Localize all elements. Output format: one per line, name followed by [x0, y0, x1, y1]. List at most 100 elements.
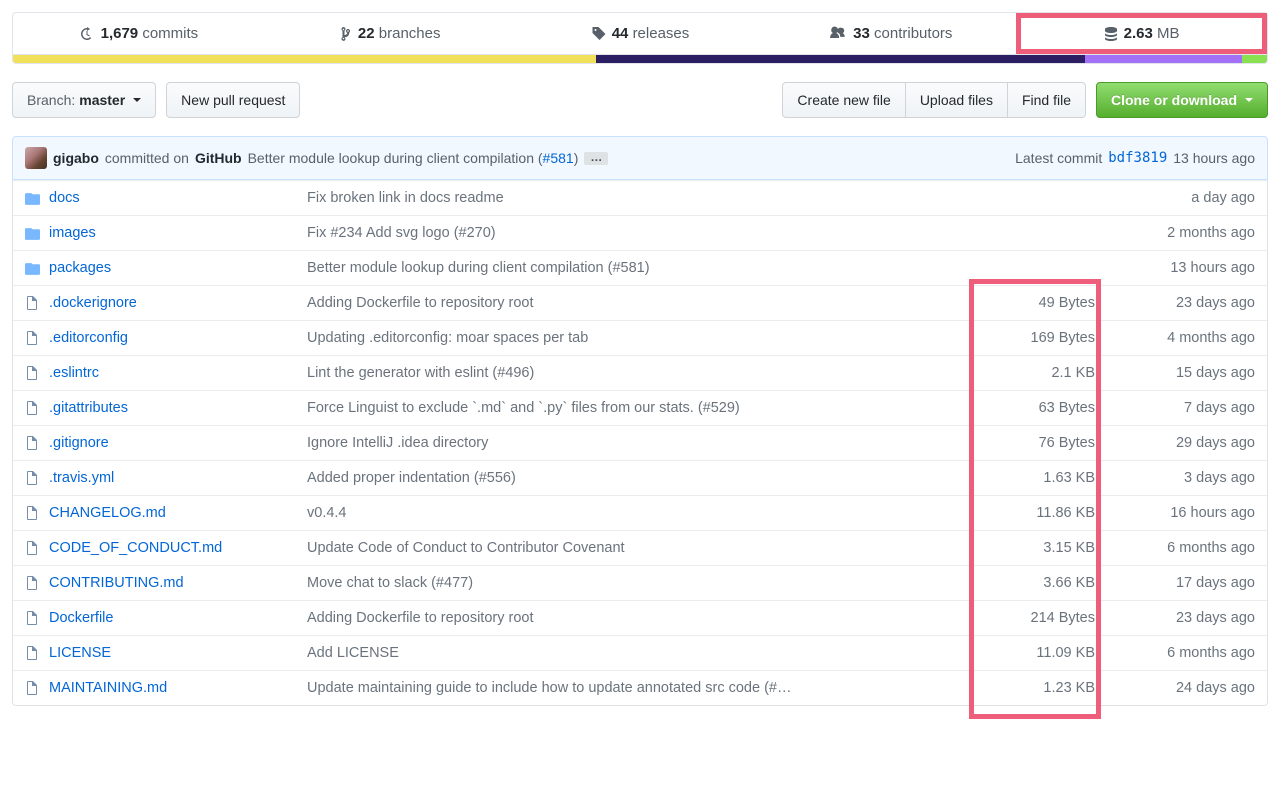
file-name: packages [43, 260, 307, 276]
file-size-cell: 3.66 KB [975, 575, 1115, 591]
file-toolbar: Branch: master New pull request Create n… [12, 82, 1268, 118]
commit-message-cell[interactable]: Fix #234 Add svg logo (#270) [307, 225, 975, 241]
stat-branches[interactable]: 22 branches [264, 13, 515, 54]
file-link[interactable]: CHANGELOG.md [49, 505, 166, 521]
file-icon [25, 330, 43, 346]
file-icon [25, 540, 43, 556]
stat-repo-size[interactable]: 2.63 MB [1016, 13, 1267, 54]
file-link[interactable]: .dockerignore [49, 295, 137, 311]
file-actions-group: Create new file Upload files Find file [782, 82, 1086, 118]
issue-link[interactable]: #581 [543, 150, 574, 166]
expand-commit-button[interactable]: … [584, 152, 608, 165]
file-link[interactable]: CONTRIBUTING.md [49, 575, 184, 591]
file-link[interactable]: packages [49, 260, 111, 276]
commit-sha-link[interactable]: bdf3819 [1108, 150, 1167, 166]
commit-message-cell[interactable]: Ignore IntelliJ .idea directory [307, 435, 975, 451]
file-link[interactable]: images [49, 225, 96, 241]
file-name: .editorconfig [43, 330, 307, 346]
upload-files-button[interactable]: Upload files [905, 82, 1008, 118]
folder-icon [25, 191, 43, 206]
file-age-cell: 7 days ago [1115, 400, 1255, 416]
file-size-cell: 49 Bytes [975, 295, 1115, 311]
file-name: images [43, 225, 307, 241]
file-link[interactable]: CODE_OF_CONDUCT.md [49, 540, 222, 556]
clone-download-button[interactable]: Clone or download [1096, 82, 1268, 118]
table-row: docsFix broken link in docs readmea day … [13, 180, 1267, 215]
table-row: CHANGELOG.mdv0.4.411.86 KB16 hours ago [13, 495, 1267, 530]
file-age-cell: 6 months ago [1115, 540, 1255, 556]
file-icon [25, 645, 43, 661]
language-segment[interactable] [1085, 55, 1242, 63]
folder-icon [25, 261, 43, 276]
table-row: Dockerfile Adding Dockerfile to repositor… [13, 600, 1267, 635]
file-name: .gitattributes [43, 400, 307, 416]
commit-message-cell[interactable]: Force Linguist to exclude `.md` and `.py… [307, 400, 975, 416]
language-segment[interactable] [1242, 55, 1267, 63]
file-link[interactable]: .gitattributes [49, 400, 128, 416]
table-row: CONTRIBUTING.md Move chat to slack (#477)… [13, 565, 1267, 600]
commit-message-cell[interactable]: Adding Dockerfile to repository root [307, 295, 975, 311]
commit-message-cell[interactable]: Lint the generator with eslint (#496) [307, 365, 975, 381]
commit-message-cell[interactable]: Updating .editorconfig: moar spaces per … [307, 330, 975, 346]
file-icon [25, 470, 43, 486]
new-pull-request-button[interactable]: New pull request [166, 82, 300, 118]
file-age-cell: 4 months ago [1115, 330, 1255, 346]
commit-message-cell[interactable]: v0.4.4 [307, 505, 975, 521]
file-link[interactable]: docs [49, 190, 80, 206]
commit-message-cell[interactable]: Added proper indentation (#556) [307, 470, 975, 486]
file-link[interactable]: .eslintrc [49, 365, 99, 381]
file-link[interactable]: Dockerfile [49, 610, 113, 626]
file-name: CONTRIBUTING.md [43, 575, 307, 591]
file-icon [25, 435, 43, 451]
file-link[interactable]: LICENSE [49, 645, 111, 661]
stat-contributors[interactable]: 33 contributors [765, 13, 1016, 54]
file-name: Dockerfile [43, 610, 307, 626]
file-icon [25, 365, 43, 381]
create-new-file-button[interactable]: Create new file [782, 82, 905, 118]
file-name: CHANGELOG.md [43, 505, 307, 521]
commit-message-cell[interactable]: Better module lookup during client compi… [307, 260, 975, 276]
file-icon [25, 400, 43, 416]
file-link[interactable]: .travis.yml [49, 470, 114, 486]
repo-stats-bar: 1,679 commits 22 branches 44 releases 33… [12, 12, 1268, 55]
file-size-cell: 63 Bytes [975, 400, 1115, 416]
file-size-cell: 169 Bytes [975, 330, 1115, 346]
file-icon [25, 610, 43, 626]
commit-message-cell[interactable]: Add LICENSE [307, 645, 975, 661]
file-link[interactable]: MAINTAINING.md [49, 680, 167, 696]
file-age-cell: 15 days ago [1115, 365, 1255, 381]
commit-message-cell[interactable]: Adding Dockerfile to repository root [307, 610, 975, 626]
file-name: CODE_OF_CONDUCT.md [43, 540, 307, 556]
table-row: .eslintrc Lint the generator with eslint … [13, 355, 1267, 390]
find-file-button[interactable]: Find file [1007, 82, 1086, 118]
table-row: images Fix #234 Add svg logo (#270) 2 mont… [13, 215, 1267, 250]
file-link[interactable]: .editorconfig [49, 330, 128, 346]
commit-message-cell[interactable]: Fix broken link in docs readme [307, 190, 975, 206]
file-icon [25, 295, 43, 311]
commit-message[interactable]: Better module lookup during client compi… [248, 150, 579, 166]
tag-icon [591, 26, 606, 42]
stat-commits[interactable]: 1,679 commits [13, 13, 264, 54]
file-age-cell: 23 days ago [1115, 610, 1255, 626]
commit-message-cell[interactable]: Update Code of Conduct to Contributor Co… [307, 540, 975, 556]
commit-author[interactable]: gigabo [53, 150, 99, 166]
commit-message-cell[interactable]: Update maintaining guide to include how … [307, 680, 975, 696]
file-age-cell: 13 hours ago [1115, 260, 1255, 276]
commit-message-cell[interactable]: Move chat to slack (#477) [307, 575, 975, 591]
branch-select-button[interactable]: Branch: master [12, 82, 156, 118]
file-age-cell: 2 months ago [1115, 225, 1255, 241]
language-bar[interactable] [12, 55, 1268, 64]
avatar[interactable] [25, 147, 47, 169]
table-row: .dockerignore Adding Dockerfile to reposi… [13, 285, 1267, 320]
file-age-cell: 24 days ago [1115, 680, 1255, 696]
commit-time: 13 hours ago [1173, 150, 1255, 166]
table-row: packages Better module lookup during clie… [13, 250, 1267, 285]
language-segment[interactable] [13, 55, 596, 63]
file-icon [25, 680, 43, 696]
file-size-cell: 1.63 KB [975, 470, 1115, 486]
stat-releases[interactable]: 44 releases [515, 13, 766, 54]
file-link[interactable]: .gitignore [49, 435, 109, 451]
language-segment[interactable] [596, 55, 1085, 63]
folder-icon [25, 226, 43, 241]
table-row: LICENSEAdd LICENSE11.09 KB6 months ago [13, 635, 1267, 670]
